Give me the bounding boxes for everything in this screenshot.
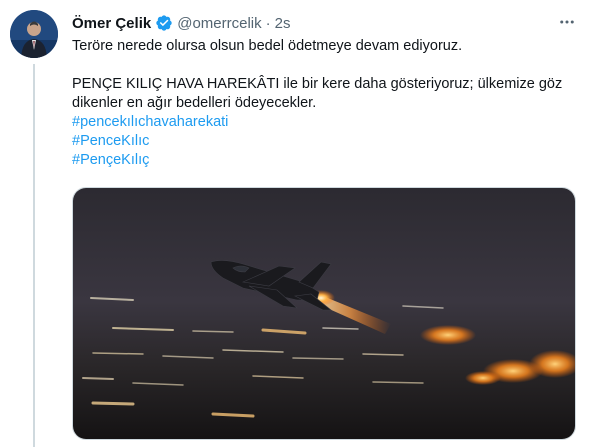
avatar-image xyxy=(10,10,58,58)
tweet-text: Teröre nerede olursa olsun bedel ödetmey… xyxy=(72,37,572,170)
fighter-jet-photo xyxy=(73,188,575,439)
tweet-timestamp[interactable]: 2s xyxy=(275,15,291,32)
avatar[interactable] xyxy=(10,10,58,58)
hashtag-link[interactable]: #PenceKılıc xyxy=(72,132,572,151)
more-options-icon[interactable] xyxy=(556,12,578,32)
author-handle[interactable]: @omerrcelik xyxy=(177,15,261,32)
tweet-text-line-2: PENÇE KILIÇ HAVA HAREKÂTI ile bir kere d… xyxy=(72,76,563,111)
hashtag-link[interactable]: #PençeKılıç xyxy=(72,151,572,170)
author-name[interactable]: Ömer Çelik xyxy=(72,15,151,32)
tweet-text-line-1: Teröre nerede olursa olsun bedel ödetmey… xyxy=(72,38,463,54)
tweet-header: Ömer Çelik @omerrcelik · 2s xyxy=(72,13,290,33)
verified-badge-icon xyxy=(156,15,172,31)
hashtag-link[interactable]: #pencekılıchavaharekati xyxy=(72,113,572,132)
separator-dot: · xyxy=(265,14,271,32)
tweet-media-image[interactable] xyxy=(72,187,576,440)
thread-line xyxy=(33,64,35,447)
